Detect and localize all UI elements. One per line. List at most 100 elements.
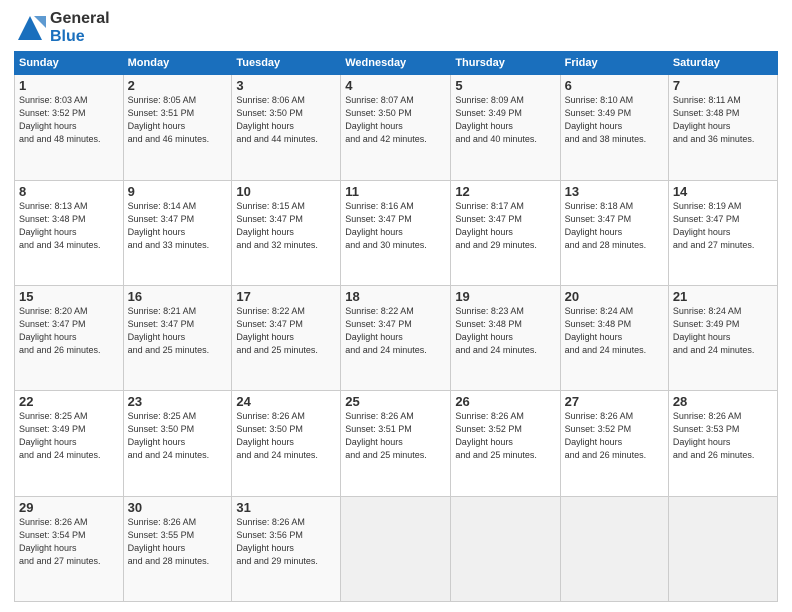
calendar-day-25: 25Sunrise: 8:26 AMSunset: 3:51 PMDayligh…	[341, 391, 451, 496]
calendar-day-13: 13Sunrise: 8:18 AMSunset: 3:47 PMDayligh…	[560, 180, 668, 285]
day-number: 15	[19, 289, 119, 304]
day-number: 19	[455, 289, 555, 304]
calendar-day-26: 26Sunrise: 8:26 AMSunset: 3:52 PMDayligh…	[451, 391, 560, 496]
calendar-day-12: 12Sunrise: 8:17 AMSunset: 3:47 PMDayligh…	[451, 180, 560, 285]
logo-text: General Blue	[50, 10, 110, 45]
calendar-day-31: 31Sunrise: 8:26 AMSunset: 3:56 PMDayligh…	[232, 496, 341, 601]
header: General Blue	[14, 10, 778, 45]
calendar-header-thursday: Thursday	[451, 52, 560, 75]
calendar-day-27: 27Sunrise: 8:26 AMSunset: 3:52 PMDayligh…	[560, 391, 668, 496]
calendar-day-14: 14Sunrise: 8:19 AMSunset: 3:47 PMDayligh…	[668, 180, 777, 285]
calendar-day-4: 4Sunrise: 8:07 AMSunset: 3:50 PMDaylight…	[341, 75, 451, 180]
day-number: 10	[236, 184, 336, 199]
day-info: Sunrise: 8:15 AMSunset: 3:47 PMDaylight …	[236, 200, 336, 252]
day-number: 14	[673, 184, 773, 199]
calendar-day-16: 16Sunrise: 8:21 AMSunset: 3:47 PMDayligh…	[123, 285, 232, 390]
calendar-day-10: 10Sunrise: 8:15 AMSunset: 3:47 PMDayligh…	[232, 180, 341, 285]
calendar-week-3: 15Sunrise: 8:20 AMSunset: 3:47 PMDayligh…	[15, 285, 778, 390]
day-info: Sunrise: 8:09 AMSunset: 3:49 PMDaylight …	[455, 94, 555, 146]
day-number: 5	[455, 78, 555, 93]
calendar-day-19: 19Sunrise: 8:23 AMSunset: 3:48 PMDayligh…	[451, 285, 560, 390]
day-number: 30	[128, 500, 228, 515]
calendar-day-2: 2Sunrise: 8:05 AMSunset: 3:51 PMDaylight…	[123, 75, 232, 180]
day-info: Sunrise: 8:05 AMSunset: 3:51 PMDaylight …	[128, 94, 228, 146]
day-number: 27	[565, 394, 664, 409]
empty-cell	[451, 496, 560, 601]
page: General Blue SundayMondayTuesdayWednesda…	[0, 0, 792, 612]
day-info: Sunrise: 8:20 AMSunset: 3:47 PMDaylight …	[19, 305, 119, 357]
day-number: 31	[236, 500, 336, 515]
calendar-day-29: 29Sunrise: 8:26 AMSunset: 3:54 PMDayligh…	[15, 496, 124, 601]
logo: General Blue	[14, 10, 110, 45]
empty-cell	[560, 496, 668, 601]
calendar-header-row: SundayMondayTuesdayWednesdayThursdayFrid…	[15, 52, 778, 75]
day-info: Sunrise: 8:16 AMSunset: 3:47 PMDaylight …	[345, 200, 446, 252]
day-number: 22	[19, 394, 119, 409]
day-info: Sunrise: 8:22 AMSunset: 3:47 PMDaylight …	[345, 305, 446, 357]
day-info: Sunrise: 8:17 AMSunset: 3:47 PMDaylight …	[455, 200, 555, 252]
calendar-day-24: 24Sunrise: 8:26 AMSunset: 3:50 PMDayligh…	[232, 391, 341, 496]
day-info: Sunrise: 8:06 AMSunset: 3:50 PMDaylight …	[236, 94, 336, 146]
calendar-table: SundayMondayTuesdayWednesdayThursdayFrid…	[14, 51, 778, 602]
day-info: Sunrise: 8:13 AMSunset: 3:48 PMDaylight …	[19, 200, 119, 252]
calendar-day-7: 7Sunrise: 8:11 AMSunset: 3:48 PMDaylight…	[668, 75, 777, 180]
day-number: 25	[345, 394, 446, 409]
calendar-day-3: 3Sunrise: 8:06 AMSunset: 3:50 PMDaylight…	[232, 75, 341, 180]
day-info: Sunrise: 8:21 AMSunset: 3:47 PMDaylight …	[128, 305, 228, 357]
day-info: Sunrise: 8:10 AMSunset: 3:49 PMDaylight …	[565, 94, 664, 146]
day-info: Sunrise: 8:14 AMSunset: 3:47 PMDaylight …	[128, 200, 228, 252]
day-info: Sunrise: 8:26 AMSunset: 3:53 PMDaylight …	[673, 410, 773, 462]
day-info: Sunrise: 8:03 AMSunset: 3:52 PMDaylight …	[19, 94, 119, 146]
day-number: 16	[128, 289, 228, 304]
empty-cell	[668, 496, 777, 601]
day-number: 7	[673, 78, 773, 93]
day-info: Sunrise: 8:24 AMSunset: 3:49 PMDaylight …	[673, 305, 773, 357]
day-info: Sunrise: 8:11 AMSunset: 3:48 PMDaylight …	[673, 94, 773, 146]
day-number: 26	[455, 394, 555, 409]
day-number: 23	[128, 394, 228, 409]
day-number: 20	[565, 289, 664, 304]
calendar-day-18: 18Sunrise: 8:22 AMSunset: 3:47 PMDayligh…	[341, 285, 451, 390]
calendar-day-23: 23Sunrise: 8:25 AMSunset: 3:50 PMDayligh…	[123, 391, 232, 496]
calendar-day-8: 8Sunrise: 8:13 AMSunset: 3:48 PMDaylight…	[15, 180, 124, 285]
calendar-day-20: 20Sunrise: 8:24 AMSunset: 3:48 PMDayligh…	[560, 285, 668, 390]
day-info: Sunrise: 8:26 AMSunset: 3:52 PMDaylight …	[565, 410, 664, 462]
day-number: 18	[345, 289, 446, 304]
day-number: 1	[19, 78, 119, 93]
day-number: 12	[455, 184, 555, 199]
day-number: 13	[565, 184, 664, 199]
day-info: Sunrise: 8:26 AMSunset: 3:52 PMDaylight …	[455, 410, 555, 462]
day-info: Sunrise: 8:07 AMSunset: 3:50 PMDaylight …	[345, 94, 446, 146]
logo-icon	[14, 12, 46, 44]
calendar-day-21: 21Sunrise: 8:24 AMSunset: 3:49 PMDayligh…	[668, 285, 777, 390]
day-number: 24	[236, 394, 336, 409]
calendar-day-6: 6Sunrise: 8:10 AMSunset: 3:49 PMDaylight…	[560, 75, 668, 180]
day-info: Sunrise: 8:18 AMSunset: 3:47 PMDaylight …	[565, 200, 664, 252]
day-info: Sunrise: 8:25 AMSunset: 3:50 PMDaylight …	[128, 410, 228, 462]
empty-cell	[341, 496, 451, 601]
calendar-header-sunday: Sunday	[15, 52, 124, 75]
day-info: Sunrise: 8:26 AMSunset: 3:54 PMDaylight …	[19, 516, 119, 568]
calendar-week-2: 8Sunrise: 8:13 AMSunset: 3:48 PMDaylight…	[15, 180, 778, 285]
day-info: Sunrise: 8:26 AMSunset: 3:50 PMDaylight …	[236, 410, 336, 462]
day-info: Sunrise: 8:26 AMSunset: 3:56 PMDaylight …	[236, 516, 336, 568]
day-info: Sunrise: 8:23 AMSunset: 3:48 PMDaylight …	[455, 305, 555, 357]
day-number: 6	[565, 78, 664, 93]
day-number: 28	[673, 394, 773, 409]
day-info: Sunrise: 8:26 AMSunset: 3:51 PMDaylight …	[345, 410, 446, 462]
calendar-day-17: 17Sunrise: 8:22 AMSunset: 3:47 PMDayligh…	[232, 285, 341, 390]
calendar-day-5: 5Sunrise: 8:09 AMSunset: 3:49 PMDaylight…	[451, 75, 560, 180]
calendar-day-28: 28Sunrise: 8:26 AMSunset: 3:53 PMDayligh…	[668, 391, 777, 496]
day-info: Sunrise: 8:26 AMSunset: 3:55 PMDaylight …	[128, 516, 228, 568]
day-number: 4	[345, 78, 446, 93]
day-number: 2	[128, 78, 228, 93]
calendar-week-5: 29Sunrise: 8:26 AMSunset: 3:54 PMDayligh…	[15, 496, 778, 601]
calendar-day-9: 9Sunrise: 8:14 AMSunset: 3:47 PMDaylight…	[123, 180, 232, 285]
day-number: 8	[19, 184, 119, 199]
day-number: 29	[19, 500, 119, 515]
day-number: 3	[236, 78, 336, 93]
day-number: 9	[128, 184, 228, 199]
day-info: Sunrise: 8:19 AMSunset: 3:47 PMDaylight …	[673, 200, 773, 252]
calendar-header-tuesday: Tuesday	[232, 52, 341, 75]
calendar-header-saturday: Saturday	[668, 52, 777, 75]
